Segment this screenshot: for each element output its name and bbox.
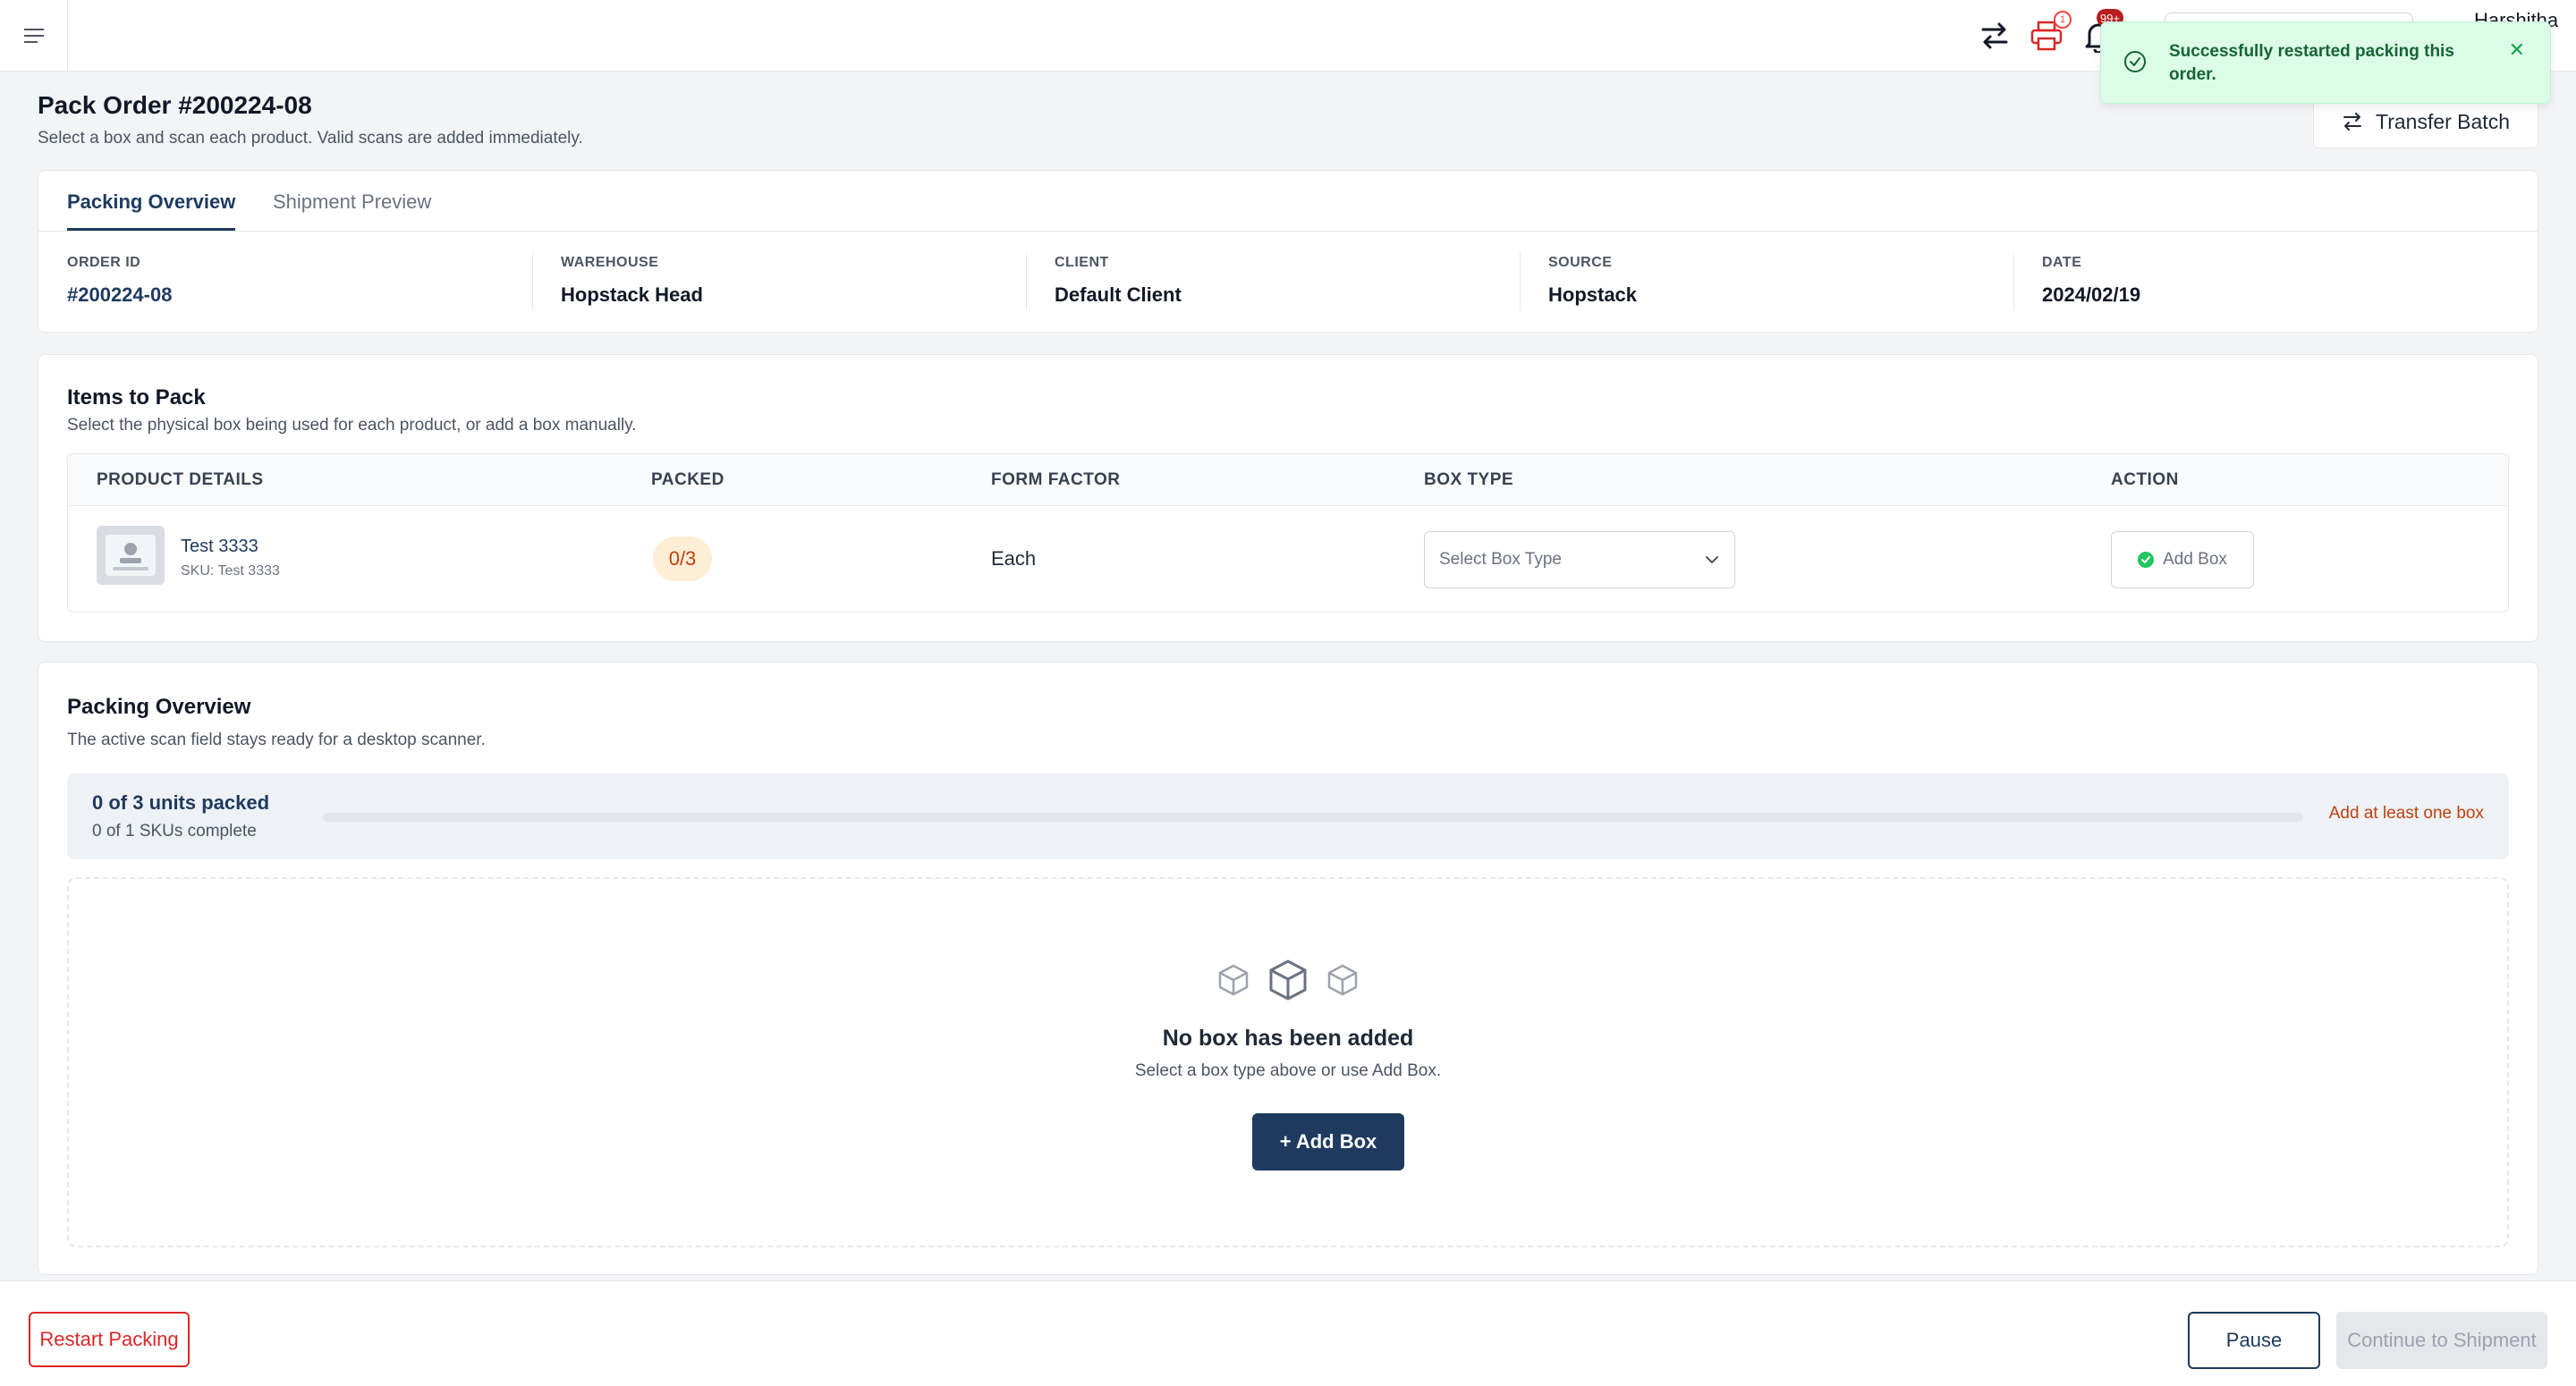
info-source: SOURCE Hopstack <box>1548 255 1637 312</box>
packing-progress-bar <box>323 813 2303 822</box>
empty-state-icons <box>69 958 2507 1002</box>
info-value: Hopstack Head <box>561 283 703 306</box>
tab-packing-overview[interactable]: Packing Overview <box>67 190 235 214</box>
add-box-row-button[interactable]: Add Box <box>2111 531 2254 588</box>
items-to-pack-card: Items to Pack Select the physical box be… <box>38 354 2538 642</box>
check-circle-icon <box>2138 552 2155 568</box>
empty-state-subtitle: Select a box type above or use Add Box. <box>1134 1061 1442 1080</box>
transfer-batch-label: Transfer Batch <box>2376 109 2510 133</box>
printer-button[interactable]: 1 <box>2023 11 2072 59</box>
hamburger-menu-button[interactable] <box>0 0 68 72</box>
divider <box>1026 253 1027 310</box>
product-name-link[interactable]: Test 3333 <box>181 537 258 557</box>
tab-shipment-preview[interactable]: Shipment Preview <box>273 190 431 214</box>
packing-overview-card: Packing Overview The active scan field s… <box>38 662 2538 1275</box>
info-order-id: ORDER ID #200224-08 <box>67 255 172 312</box>
info-date: DATE 2024/02/19 <box>2042 255 2140 312</box>
hamburger-menu-icon <box>23 29 44 43</box>
packing-progress-panel: 0 of 3 units packed 0 of 1 SKUs complete… <box>67 773 2509 859</box>
packed-count-badge: 0/3 <box>653 537 712 581</box>
order-info-card: Packing Overview Shipment Preview ORDER … <box>38 170 2538 333</box>
column-header: ACTION <box>2111 470 2179 489</box>
empty-state-title: No box has been added <box>1162 1026 1414 1051</box>
info-warehouse: WAREHOUSE Hopstack Head <box>561 255 703 312</box>
skus-complete-text: 0 of 1 SKUs complete <box>92 822 257 841</box>
box-icon <box>1218 964 1249 996</box>
column-header: BOX TYPE <box>1424 470 1514 489</box>
info-label: ORDER ID <box>67 255 141 270</box>
footer-action-bar: Restart Packing Pause Continue to Shipme… <box>0 1280 2576 1386</box>
tab-bar: Packing Overview Shipment Preview <box>38 171 2538 232</box>
transfer-arrows-icon <box>2343 113 2361 131</box>
progress-hint: Add at least one box <box>2328 804 2484 823</box>
divider <box>532 253 533 310</box>
product-thumbnail <box>97 526 165 585</box>
column-header: FORM FACTOR <box>991 470 1121 489</box>
add-box-button[interactable]: + Add Box <box>1252 1113 1404 1170</box>
success-toast: Successfully restarted packing this orde… <box>2100 21 2551 104</box>
page-subtitle: Select a box and scan each product. Vali… <box>38 129 583 148</box>
divider <box>1520 253 1521 310</box>
box-drop-area: No box has been added Select a box type … <box>67 877 2509 1247</box>
section-title: Packing Overview <box>67 695 251 719</box>
section-subtitle: Select the physical box being used for e… <box>67 416 637 435</box>
printer-badge: 1 <box>2054 11 2072 29</box>
info-label: WAREHOUSE <box>561 255 659 270</box>
section-title: Items to Pack <box>67 385 206 410</box>
active-tab-indicator <box>67 228 235 231</box>
info-value: Default Client <box>1055 283 1182 306</box>
product-sku: SKU: Test 3333 <box>181 563 280 579</box>
column-header: PRODUCT DETAILS <box>97 470 264 489</box>
info-label: SOURCE <box>1548 255 1613 270</box>
box-type-placeholder: Select Box Type <box>1439 550 1562 569</box>
column-header: PACKED <box>651 470 724 489</box>
info-label: DATE <box>2042 255 2082 270</box>
info-value: Hopstack <box>1548 283 1638 306</box>
transfer-button[interactable] <box>1971 13 2018 59</box>
box-icon <box>1269 959 1307 1001</box>
units-packed-text: 0 of 3 units packed <box>92 791 270 814</box>
close-icon[interactable]: ✕ <box>2509 38 2525 62</box>
box-icon <box>1327 964 1358 996</box>
items-table: PRODUCT DETAILS PACKED FORM FACTOR BOX T… <box>67 453 2509 613</box>
pause-button[interactable]: Pause <box>2188 1312 2320 1369</box>
transfer-arrows-icon <box>1981 22 2008 49</box>
restart-packing-button[interactable]: Restart Packing <box>29 1312 190 1367</box>
toast-message: Successfully restarted packing this orde… <box>2169 42 2454 84</box>
continue-to-shipment-button[interactable]: Continue to Shipment <box>2336 1312 2547 1369</box>
table-header: PRODUCT DETAILS PACKED FORM FACTOR BOX T… <box>68 454 2508 506</box>
check-circle-icon <box>2124 51 2146 72</box>
divider <box>2013 253 2014 310</box>
chevron-down-icon <box>1706 556 1718 564</box>
page-title: Pack Order #200224-08 <box>38 91 312 119</box>
info-client: CLIENT Default Client <box>1055 255 1182 312</box>
info-label: CLIENT <box>1055 255 1109 270</box>
form-factor-value: Each <box>991 547 1037 570</box>
order-id-link[interactable]: #200224-08 <box>67 283 172 307</box>
section-subtitle: The active scan field stays ready for a … <box>67 731 486 749</box>
add-box-row-label: Add Box <box>2163 550 2227 569</box>
box-type-select[interactable]: Select Box Type <box>1424 531 1735 588</box>
info-value: 2024/02/19 <box>2042 283 2141 306</box>
